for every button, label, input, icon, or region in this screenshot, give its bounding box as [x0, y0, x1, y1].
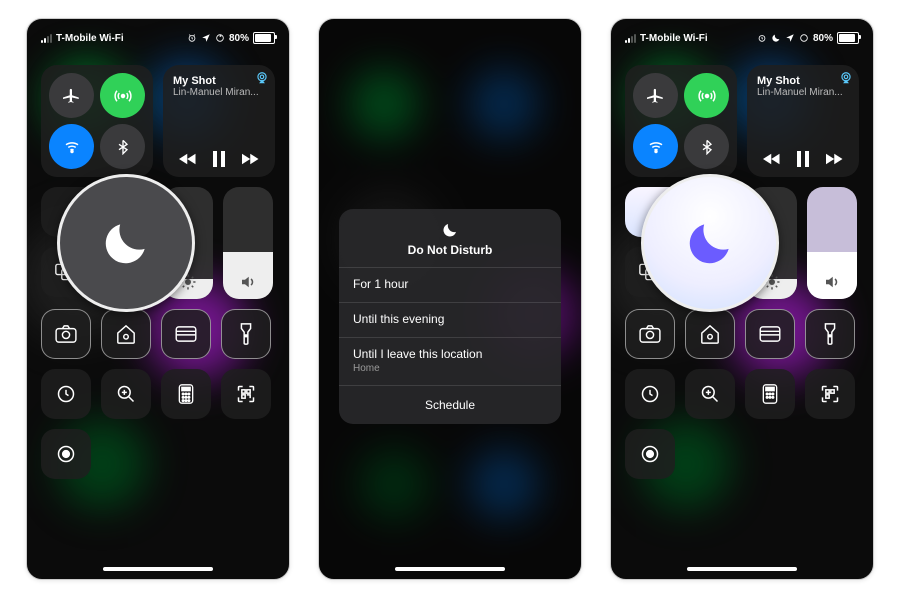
dnd-schedule-button[interactable]: Schedule [339, 385, 561, 424]
screenshot-3-control-center-dnd-on: T-Mobile Wi-Fi 80% My Shot Lin-Manuel Mi… [610, 18, 874, 580]
battery-pct: 80% [229, 33, 249, 44]
volume-icon [823, 273, 841, 291]
moon-icon [441, 221, 459, 239]
timer-button[interactable] [41, 369, 91, 419]
airplay-icon[interactable] [839, 71, 853, 85]
qr-scan-button[interactable] [221, 369, 271, 419]
dnd-option-until-evening[interactable]: Until this evening [339, 302, 561, 337]
music-tile[interactable]: My Shot Lin-Manuel Miran... [747, 65, 859, 177]
battery-icon [837, 32, 859, 44]
alarm-icon [757, 33, 767, 43]
camera-button[interactable] [41, 309, 91, 359]
prev-track-button[interactable] [763, 152, 781, 166]
rotation-lock-icon [799, 33, 809, 43]
screenshot-2-dnd-menu: Do Not Disturb For 1 hour Until this eve… [318, 18, 582, 580]
bluetooth-toggle[interactable] [100, 124, 145, 169]
wallet-button[interactable] [745, 309, 795, 359]
calculator-button[interactable] [745, 369, 795, 419]
wallet-button[interactable] [161, 309, 211, 359]
wifi-toggle[interactable] [49, 124, 94, 169]
magnifier-button[interactable] [101, 369, 151, 419]
signal-bars-icon [41, 33, 52, 43]
status-bar: T-Mobile Wi-Fi 80% [611, 29, 873, 47]
flashlight-button[interactable] [805, 309, 855, 359]
carrier-label: T-Mobile Wi-Fi [56, 33, 124, 44]
volume-icon [239, 273, 257, 291]
flashlight-button[interactable] [221, 309, 271, 359]
play-pause-button[interactable] [796, 151, 810, 167]
status-bar: T-Mobile Wi-Fi 80% [27, 29, 289, 47]
screen-record-button[interactable] [625, 429, 675, 479]
carrier-label: T-Mobile Wi-Fi [640, 33, 708, 44]
three-screenshots: T-Mobile Wi-Fi 80% My Shot Lin-Manuel Mi… [0, 0, 900, 598]
home-indicator[interactable] [103, 567, 213, 571]
now-playing-artist: Lin-Manuel Miran... [173, 87, 265, 98]
location-icon [201, 33, 211, 43]
play-pause-button[interactable] [212, 151, 226, 167]
dnd-moon-status-icon [771, 33, 781, 43]
next-track-button[interactable] [242, 152, 260, 166]
home-button[interactable] [685, 309, 735, 359]
calculator-button[interactable] [161, 369, 211, 419]
screen-record-button[interactable] [41, 429, 91, 479]
moon-icon [682, 215, 738, 271]
now-playing-artist: Lin-Manuel Miran... [757, 87, 849, 98]
magnifier-button[interactable] [685, 369, 735, 419]
connectivity-tile[interactable] [41, 65, 153, 177]
airplane-mode-toggle[interactable] [49, 73, 94, 118]
dnd-callout-off [57, 174, 195, 312]
bluetooth-toggle[interactable] [684, 124, 729, 169]
cellular-data-toggle[interactable] [684, 73, 729, 118]
airplay-icon[interactable] [255, 71, 269, 85]
dnd-option-until-leave[interactable]: Until I leave this location Home [339, 337, 561, 385]
prev-track-button[interactable] [179, 152, 197, 166]
home-indicator[interactable] [395, 567, 505, 571]
volume-slider[interactable] [807, 187, 857, 299]
connectivity-tile[interactable] [625, 65, 737, 177]
music-tile[interactable]: My Shot Lin-Manuel Miran... [163, 65, 275, 177]
dnd-option-location-sub: Home [353, 363, 547, 375]
camera-button[interactable] [625, 309, 675, 359]
airplane-mode-toggle[interactable] [633, 73, 678, 118]
signal-bars-icon [625, 33, 636, 43]
now-playing-title: My Shot [173, 75, 265, 87]
next-track-button[interactable] [826, 152, 844, 166]
alarm-icon [187, 33, 197, 43]
screenshot-1-control-center-dnd-off: T-Mobile Wi-Fi 80% My Shot Lin-Manuel Mi… [26, 18, 290, 580]
battery-pct: 80% [813, 33, 833, 44]
now-playing-title: My Shot [757, 75, 849, 87]
dnd-context-menu: Do Not Disturb For 1 hour Until this eve… [339, 209, 561, 424]
dnd-menu-title: Do Not Disturb [339, 243, 561, 257]
dnd-menu-header: Do Not Disturb [339, 209, 561, 267]
timer-button[interactable] [625, 369, 675, 419]
battery-icon [253, 32, 275, 44]
rotation-lock-icon [215, 33, 225, 43]
location-icon [785, 33, 795, 43]
volume-slider[interactable] [223, 187, 273, 299]
wifi-toggle[interactable] [633, 124, 678, 169]
home-indicator[interactable] [687, 567, 797, 571]
cellular-data-toggle[interactable] [100, 73, 145, 118]
home-button[interactable] [101, 309, 151, 359]
qr-scan-button[interactable] [805, 369, 855, 419]
moon-icon [98, 215, 154, 271]
dnd-callout-on [641, 174, 779, 312]
dnd-option-1hour[interactable]: For 1 hour [339, 267, 561, 302]
